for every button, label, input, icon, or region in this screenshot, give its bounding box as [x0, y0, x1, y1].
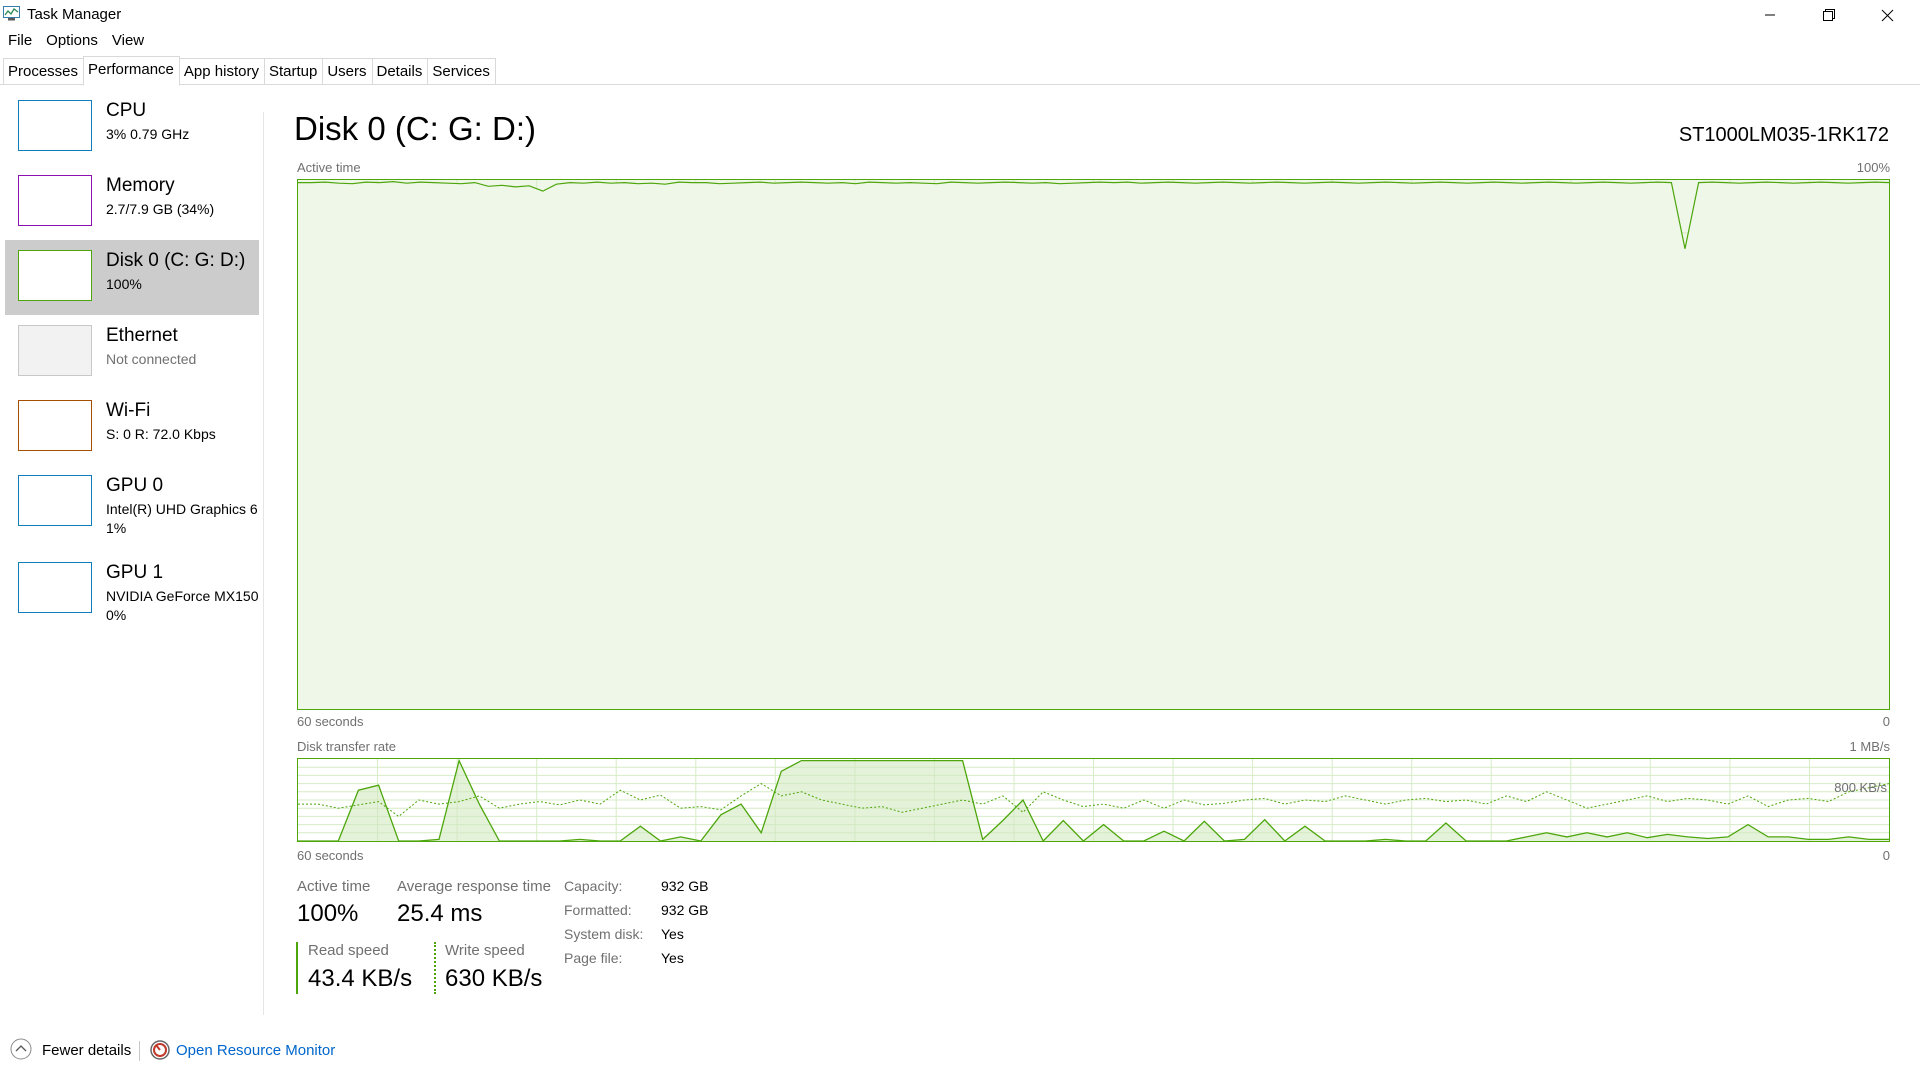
tab-users[interactable]: Users: [322, 58, 373, 85]
formatted-value: 932 GB: [661, 902, 709, 918]
sidebar-thumbnail: [18, 250, 92, 301]
sidebar-item-memory[interactable]: Memory 2.7/7.9 GB (34%): [5, 165, 259, 240]
footer-bar: Fewer details Open Resource Monitor: [0, 1035, 1920, 1070]
sidebar-thumbnail: [18, 325, 92, 376]
transfer-rate-graph: [297, 758, 1890, 842]
read-speed-label: Read speed: [308, 942, 389, 959]
tab-divider: [0, 84, 1920, 85]
page-title: Disk 0 (C: G: D:): [294, 110, 537, 147]
sidebar-item-gpu-1[interactable]: GPU 1 NVIDIA GeForce MX150 0%: [5, 552, 259, 627]
transfer-min-label: 0: [1882, 848, 1890, 863]
restore-button[interactable]: [1800, 0, 1858, 30]
sidebar-item-gpu-0[interactable]: GPU 0 Intel(R) UHD Graphics 6 1%: [5, 465, 259, 552]
menu-bar: File Options View: [0, 31, 150, 53]
menu-view[interactable]: View: [104, 31, 150, 53]
write-speed-label: Write speed: [445, 942, 525, 959]
sidebar-divider: [263, 112, 264, 1015]
tab-performance[interactable]: Performance: [83, 56, 180, 86]
tab-services[interactable]: Services: [427, 58, 496, 85]
system-disk-value: Yes: [661, 926, 684, 942]
sidebar-item-detail: Not connected: [106, 351, 197, 367]
transfer-graph-label: Disk transfer rate: [297, 739, 396, 754]
sidebar-item-label: Wi-Fi: [106, 400, 151, 421]
sidebar-thumbnail: [18, 100, 92, 151]
sidebar-thumbnail: [18, 175, 92, 226]
sidebar-item-label: CPU: [106, 100, 147, 121]
resource-monitor-icon[interactable]: [149, 1039, 171, 1061]
sidebar-item-label: GPU 1: [106, 562, 164, 583]
tab-details[interactable]: Details: [371, 58, 429, 85]
transfer-rate-chart: [298, 759, 1889, 841]
sidebar-item-usage: 1%: [106, 520, 127, 536]
sidebar-item-label: Disk 0 (C: G: D:): [106, 250, 246, 271]
sidebar-item-cpu[interactable]: CPU 3% 0.79 GHz: [5, 90, 259, 165]
tab-app-history[interactable]: App history: [178, 58, 265, 85]
graph-grid: [298, 759, 1889, 841]
disk-model: ST1000LM035-1RK172: [1678, 124, 1889, 146]
active-time-min-label: 0: [1882, 714, 1890, 729]
sidebar-item-detail: 3% 0.79 GHz: [106, 126, 190, 142]
restore-icon: [1823, 9, 1835, 21]
active-time-area: [298, 181, 1889, 709]
sidebar-item-detail: NVIDIA GeForce MX150: [106, 588, 259, 604]
menu-options[interactable]: Options: [38, 31, 104, 53]
tab-processes[interactable]: Processes: [3, 58, 85, 85]
open-resource-monitor-link[interactable]: Open Resource Monitor: [176, 1042, 335, 1059]
active-time-chart: [298, 180, 1889, 709]
tab-startup[interactable]: Startup: [263, 58, 324, 85]
active-time-graph-label: Active time: [297, 160, 361, 175]
avg-response-stat-label: Average response time: [397, 878, 551, 895]
active-time-stat-label: Active time: [297, 878, 371, 895]
read-speed-value: 43.4 KB/s: [308, 965, 413, 992]
sidebar-item-label: GPU 0: [106, 475, 164, 496]
resource-sidebar: CPU 3% 0.79 GHz Memory 2.7/7.9 GB (34%) Disk…: [0, 85, 264, 1017]
task-manager-icon: [3, 6, 20, 21]
fewer-details-button[interactable]: Fewer details: [42, 1042, 131, 1059]
write-speed-value: 630 KB/s: [445, 965, 543, 992]
sidebar-item-detail: S: 0 R: 72.0 Kbps: [106, 426, 216, 442]
write-speed-indicator: [434, 942, 436, 994]
transfer-max-label: 1 MB/s: [1849, 739, 1890, 754]
capacity-value: 932 GB: [661, 878, 709, 894]
sidebar-item-detail: 100%: [106, 276, 142, 292]
close-icon: [1881, 9, 1894, 22]
title-bar: Task Manager: [0, 0, 1920, 30]
close-button[interactable]: [1858, 0, 1916, 30]
sidebar-item-ethernet[interactable]: Ethernet Not connected: [5, 315, 259, 390]
active-time-duration-label: 60 seconds: [297, 714, 364, 729]
system-disk-label: System disk:: [564, 926, 644, 942]
minimize-button[interactable]: [1741, 0, 1799, 30]
sidebar-item-usage: 0%: [106, 607, 127, 623]
sidebar-item-label: Ethernet: [106, 325, 178, 346]
menu-file[interactable]: File: [0, 31, 38, 53]
sidebar-item-wi-fi[interactable]: Wi-Fi S: 0 R: 72.0 Kbps: [5, 390, 259, 465]
chevron-up-icon[interactable]: [10, 1038, 32, 1060]
minimize-icon: [1764, 9, 1776, 21]
transfer-ref-label: 800 KB/s: [1834, 780, 1887, 795]
sidebar-thumbnail: [18, 475, 92, 526]
formatted-label: Formatted:: [564, 902, 632, 918]
window-title: Task Manager: [27, 6, 122, 23]
active-time-stat-value: 100%: [297, 900, 359, 927]
active-time-graph: [297, 179, 1890, 710]
sidebar-item-disk-0-c-g-d[interactable]: Disk 0 (C: G: D:) 100%: [5, 240, 259, 315]
active-time-max-label: 100%: [1856, 160, 1890, 175]
tab-strip: Processes Performance App history Startu…: [3, 56, 496, 86]
sidebar-item-detail: 2.7/7.9 GB (34%): [106, 201, 215, 217]
sidebar-item-detail: Intel(R) UHD Graphics 6: [106, 501, 258, 517]
page-file-label: Page file:: [564, 950, 623, 966]
sidebar-item-label: Memory: [106, 175, 175, 196]
sidebar-thumbnail: [18, 400, 92, 451]
footer-separator: [139, 1041, 140, 1061]
transfer-duration-label: 60 seconds: [297, 848, 364, 863]
capacity-label: Capacity:: [564, 878, 623, 894]
avg-response-stat-value: 25.4 ms: [397, 900, 483, 927]
read-speed-indicator: [296, 942, 298, 994]
sidebar-thumbnail: [18, 562, 92, 613]
page-file-value: Yes: [661, 950, 684, 966]
